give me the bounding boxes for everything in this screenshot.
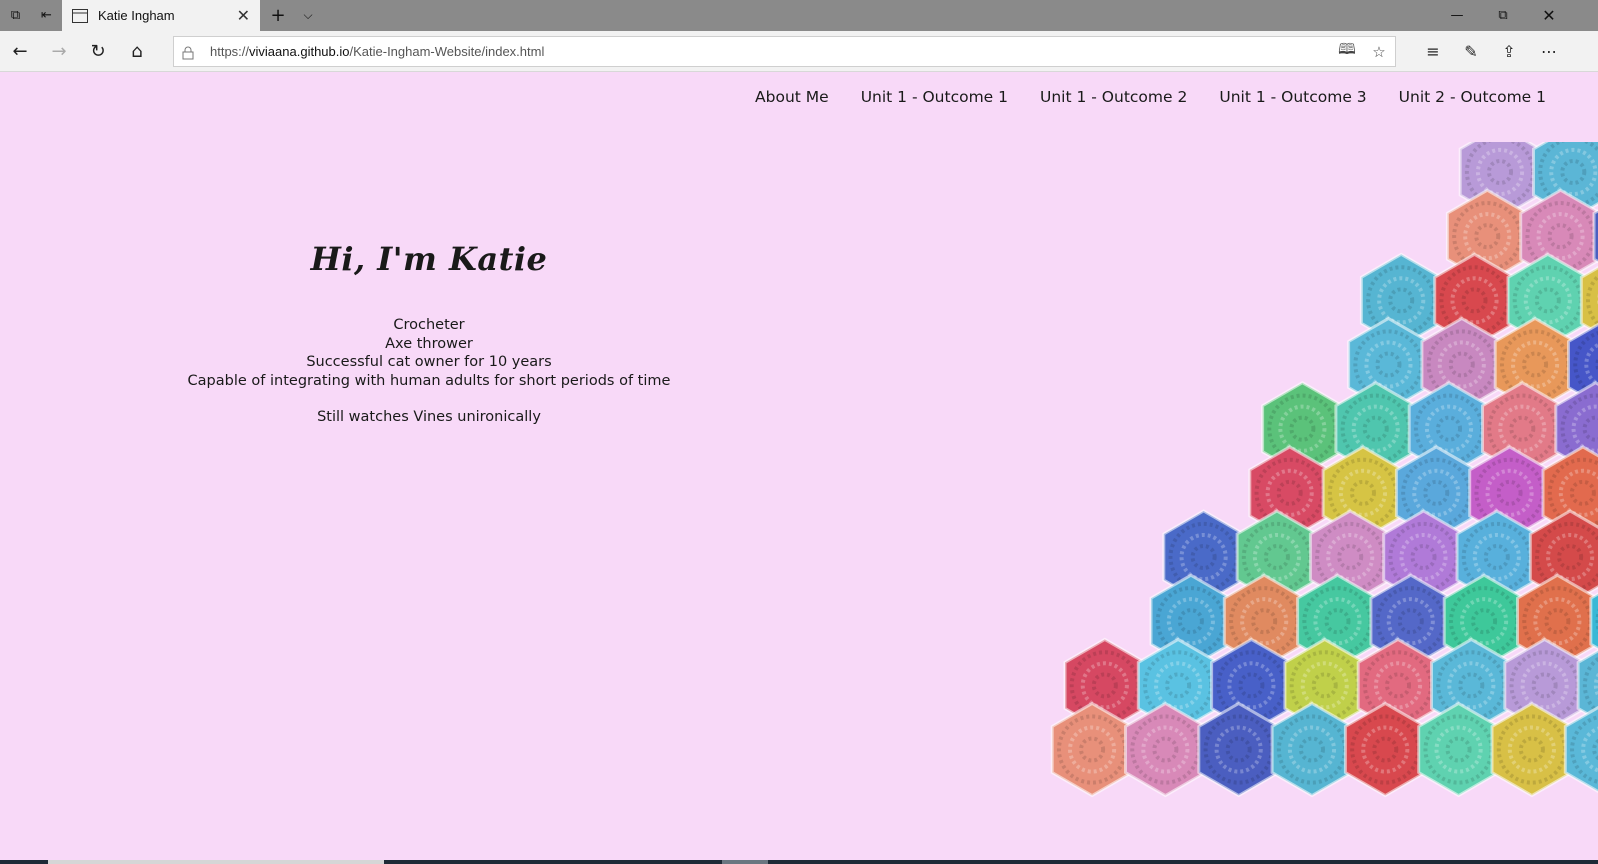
lock-icon [182, 45, 196, 59]
favorites-hub-icon[interactable]: ≡ [1414, 34, 1452, 68]
close-window-icon[interactable]: ✕ [1526, 0, 1572, 31]
nav-unit1-outcome3[interactable]: Unit 1 - Outcome 3 [1219, 88, 1366, 106]
hero-section: Hi, I'm Katie Crocheter Axe thrower Succ… [0, 240, 858, 427]
hero-line: Crocheter [393, 317, 465, 333]
pen-icon[interactable]: ✎ [1452, 34, 1490, 68]
nav-unit1-outcome2[interactable]: Unit 1 - Outcome 2 [1040, 88, 1187, 106]
tab-actions-icon[interactable]: ⧉ [0, 0, 31, 31]
close-tab-icon[interactable]: ✕ [237, 6, 250, 25]
share-icon[interactable]: ⇪ [1490, 34, 1528, 68]
page-icon [72, 8, 88, 23]
web-page: About Me Unit 1 - Outcome 1 Unit 1 - Out… [0, 72, 1598, 864]
minimize-icon[interactable]: — [1434, 0, 1480, 31]
hero-line: Capable of integrating with human adults… [187, 372, 671, 389]
nav-about-me[interactable]: About Me [755, 88, 829, 106]
set-aside-tabs-icon[interactable]: ⇤ [31, 0, 62, 31]
hero-line: Axe thrower [385, 335, 473, 352]
restore-icon[interactable]: ⧉ [1480, 0, 1526, 31]
url-path: /Katie-Ingham-Website/index.html [349, 44, 545, 59]
browser-titlebar: ⧉ ⇤ Katie Ingham ✕ + ⌵ — ⧉ ✕ [0, 0, 1598, 31]
tab-title: Katie Ingham [98, 8, 175, 23]
refresh-icon[interactable]: ↻ [80, 34, 116, 68]
new-tab-icon[interactable]: + [263, 0, 293, 31]
forward-icon[interactable]: → [41, 34, 77, 68]
crochet-hexagons-image [1050, 142, 1598, 798]
url-prefix: https:// [210, 44, 250, 59]
more-icon[interactable]: ⋯ [1530, 34, 1568, 68]
reading-view-icon[interactable]: 🕮 [1331, 37, 1363, 66]
home-icon[interactable]: ⌂ [119, 34, 155, 68]
nav-unit1-outcome1[interactable]: Unit 1 - Outcome 1 [861, 88, 1008, 106]
browser-toolbar: ← → ↻ ⌂ https://viviaana.github.io/Katie… [0, 31, 1598, 72]
favorite-star-icon[interactable]: ☆ [1363, 37, 1395, 66]
page-title: Hi, I'm Katie [310, 240, 548, 278]
chevron-down-icon[interactable]: ⌵ [294, 0, 322, 31]
hero-extra-line: Still watches Vines unironically [317, 409, 541, 425]
taskbar-strip [0, 860, 1598, 864]
back-icon[interactable]: ← [2, 34, 38, 68]
nav-unit2-outcome1[interactable]: Unit 2 - Outcome 1 [1399, 88, 1546, 106]
address-bar[interactable]: https://viviaana.github.io/Katie-Ingham-… [173, 36, 1396, 67]
tab-katie-ingham[interactable]: Katie Ingham ✕ [62, 0, 260, 31]
hero-line: Successful cat owner for 10 years [306, 354, 552, 370]
site-nav: About Me Unit 1 - Outcome 1 Unit 1 - Out… [755, 88, 1546, 106]
url-domain: viviaana.github.io [249, 44, 350, 59]
url-text[interactable]: https://viviaana.github.io/Katie-Ingham-… [210, 44, 1331, 59]
